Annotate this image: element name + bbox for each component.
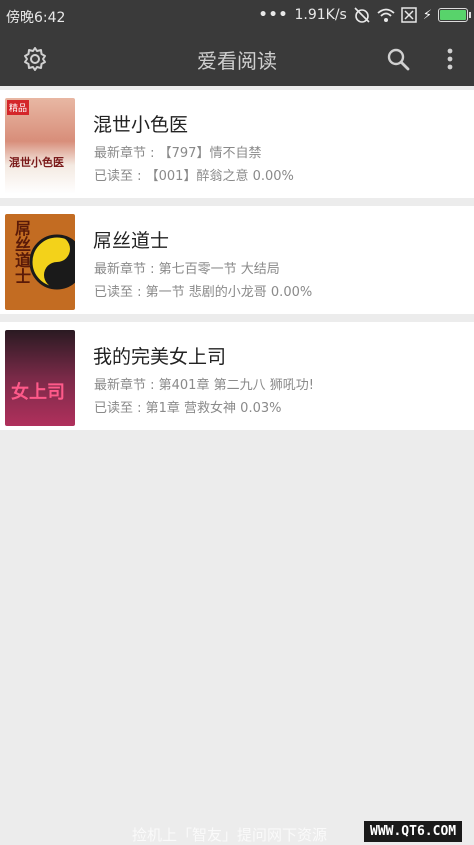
- watermark-text: 捡机上「智友」提问网下资源: [132, 826, 328, 844]
- status-bar: 傍晚6:42 ••• 1.91K/s ⚡: [0, 0, 474, 34]
- alarm-off-icon: [354, 7, 370, 23]
- status-icons: ••• 1.91K/s ⚡: [258, 6, 471, 24]
- more-notifications-icon: •••: [258, 7, 289, 23]
- latest-chapter: 最新章节 : 第401章 第二九八 狮吼功!: [94, 378, 314, 393]
- cover-title: 女上司: [11, 382, 65, 403]
- network-speed: 1.91K/s: [294, 7, 347, 23]
- reading-progress: 已读至 : 【001】醉翁之意 0.00%: [94, 169, 294, 184]
- reading-progress: 已读至 : 第1章 营救女神 0.03%: [94, 401, 282, 416]
- book-cover: 精品 混世小色医: [5, 98, 75, 194]
- latest-chapter: 最新章节 : 【797】情不自禁: [94, 146, 262, 161]
- book-title: 混世小色医: [93, 114, 189, 136]
- site-logo: WWW.QT6.COM: [364, 821, 463, 842]
- more-vertical-icon[interactable]: [438, 46, 462, 72]
- cover-title: 混世小色医: [9, 156, 64, 169]
- battery-icon: [438, 8, 471, 22]
- yin-yang-icon: [29, 234, 75, 290]
- cover-badge: 精品: [7, 100, 30, 115]
- book-item[interactable]: 精品 混世小色医 混世小色医 最新章节 : 【797】情不自禁 已读至 : 【0…: [0, 90, 474, 198]
- book-title: 我的完美女上司: [93, 346, 227, 368]
- status-time: 傍晚6:42: [6, 10, 66, 26]
- search-icon[interactable]: [385, 46, 411, 72]
- wifi-icon: [377, 8, 395, 22]
- latest-chapter: 最新章节 : 第七百零一节 大结局: [94, 262, 280, 277]
- book-title: 屌丝道士: [93, 230, 170, 252]
- app-bar: 爱看阅读: [0, 34, 474, 86]
- no-sim-icon: [401, 7, 417, 23]
- book-item[interactable]: 女上司 我的完美女上司 最新章节 : 第401章 第二九八 狮吼功! 已读至 :…: [0, 322, 474, 430]
- book-cover: 女上司: [5, 330, 75, 426]
- book-cover: 屌丝道士: [5, 214, 75, 310]
- book-item[interactable]: 屌丝道士 屌丝道士 最新章节 : 第七百零一节 大结局 已读至 : 第一节 悲剧…: [0, 206, 474, 314]
- reading-progress: 已读至 : 第一节 悲剧的小龙哥 0.00%: [94, 285, 313, 300]
- cover-title: 屌丝道士: [12, 220, 31, 284]
- charging-icon: ⚡: [422, 7, 432, 23]
